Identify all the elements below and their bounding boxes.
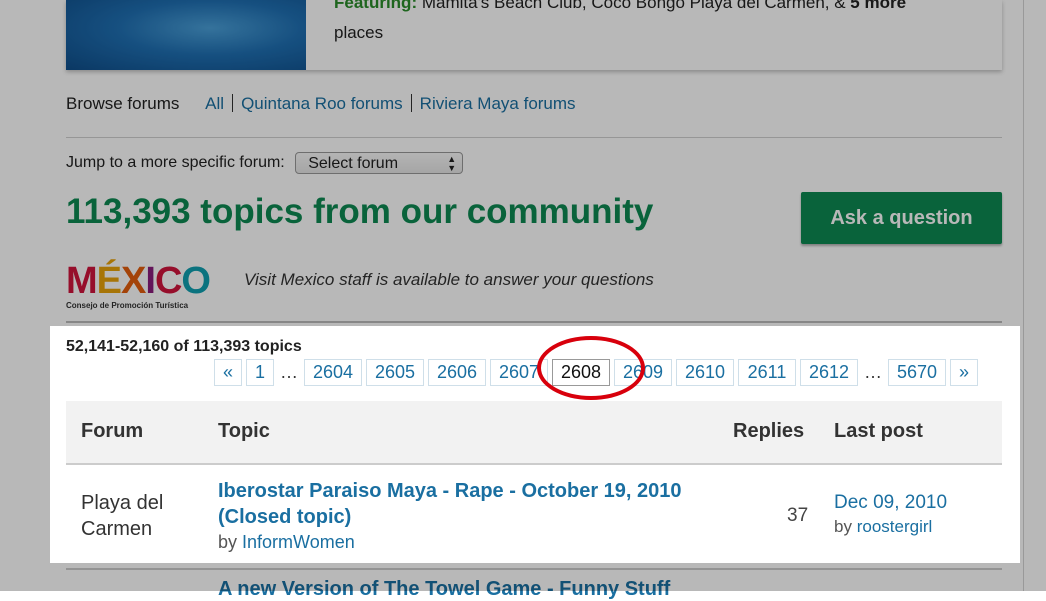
last-author-link[interactable]: roostergirl [857,517,933,536]
dim-overlay [0,563,1046,591]
page-link[interactable]: 2612 [800,359,858,386]
topic-byline: by InformWomen [218,532,355,553]
last-post-date-link[interactable]: Dec 09, 2010 [834,492,947,514]
column-header-forum[interactable]: Forum [81,420,143,443]
next-page-button[interactable]: » [950,359,978,386]
by-label: by [218,532,238,552]
page-link[interactable]: 2610 [676,359,734,386]
dim-overlay [0,326,50,563]
column-header-replies[interactable]: Replies [733,420,804,443]
divider [1023,0,1024,591]
page-link[interactable]: 2605 [366,359,424,386]
pager-ellipsis: … [862,360,884,385]
table-header: Forum Topic Replies Last post [66,401,1002,465]
page-link[interactable]: 2604 [304,359,362,386]
highlight-circle [537,336,645,400]
column-header-last-post[interactable]: Last post [834,420,923,443]
author-link[interactable]: InformWomen [242,532,355,552]
page-link-first[interactable]: 1 [246,359,274,386]
page-link[interactable]: 2606 [428,359,486,386]
topic-link[interactable]: Iberostar Paraiso Maya - Rape - October … [218,478,738,530]
column-header-topic[interactable]: Topic [218,420,270,443]
dim-overlay [0,0,1046,326]
pager-ellipsis: … [278,360,300,385]
last-post-byline: by roostergirl [834,517,932,537]
reply-count: 37 [787,505,809,526]
row-forum[interactable]: Playa del Carmen [81,490,191,542]
prev-page-button[interactable]: « [214,359,242,386]
topic-count: 52,141-52,160 of 113,393 topics [66,338,302,355]
page-link[interactable]: 2611 [738,359,796,386]
by-label: by [834,517,852,536]
page-link-last[interactable]: 5670 [888,359,946,386]
